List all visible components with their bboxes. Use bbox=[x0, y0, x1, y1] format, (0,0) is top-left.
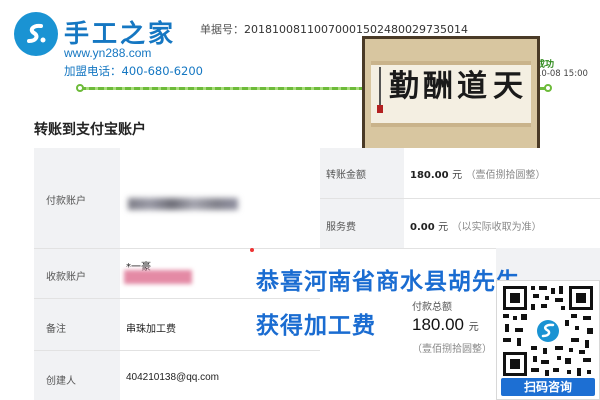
qr-code-icon bbox=[501, 284, 595, 378]
service-fee-number: 0.00 bbox=[410, 222, 435, 233]
progress-time: 10-08 15:00 bbox=[536, 69, 588, 79]
progress-step-end bbox=[544, 84, 552, 92]
calligraphy-photo: 天 道 酬 勤 bbox=[362, 36, 540, 158]
service-fee-value: 0.00 元 （以实际收取为准） bbox=[410, 218, 542, 233]
row-divider bbox=[320, 198, 600, 199]
payee-label: 收款账户 bbox=[46, 272, 86, 283]
creator-value: 404210138@qq.com bbox=[126, 372, 219, 383]
payer-account-redacted bbox=[128, 198, 238, 210]
amount-unit: 元 bbox=[452, 170, 463, 181]
progress-step-start bbox=[76, 84, 84, 92]
calligraphy-seal bbox=[377, 105, 383, 113]
total-value: 180.00 元 bbox=[412, 315, 479, 335]
amount-number: 180.00 bbox=[410, 170, 449, 181]
logo-icon bbox=[14, 12, 58, 56]
calligraphy-char: 勤 bbox=[389, 69, 419, 104]
amount-label: 转账金额 bbox=[326, 170, 366, 181]
total-label: 付款总额 bbox=[412, 302, 452, 313]
page-title: 转账到支付宝账户 bbox=[34, 122, 146, 138]
total-unit: 元 bbox=[468, 322, 479, 333]
service-fee-label: 服务费 bbox=[326, 222, 356, 233]
service-fee-unit: 元 bbox=[438, 222, 449, 233]
calligraphy-char: 天 bbox=[493, 69, 523, 104]
payer-label: 付款账户 bbox=[46, 196, 86, 207]
brand-phone: 加盟电话：400-680-6200 bbox=[62, 63, 205, 79]
congrats-line-1: 恭喜河南省商水县胡先生 bbox=[256, 268, 520, 295]
red-dot bbox=[250, 248, 254, 252]
row-divider bbox=[34, 298, 320, 299]
order-number: 单据号：20181008110070001502480029735014 bbox=[200, 21, 468, 37]
total-words: （壹佰捌拾圆整） bbox=[412, 344, 492, 355]
qr-panel[interactable]: 扫码咨询 bbox=[496, 280, 600, 400]
congrats-line-2: 获得加工费 bbox=[256, 312, 376, 339]
service-fee-note: （以实际收取为准） bbox=[451, 222, 542, 233]
brand-name: 手工之家 bbox=[64, 19, 177, 48]
brand-url: www.yn288.com bbox=[64, 46, 152, 60]
total-number: 180.00 bbox=[412, 315, 464, 334]
creator-label: 创建人 bbox=[46, 376, 76, 387]
remark-label: 备注 bbox=[46, 324, 66, 335]
order-number-label: 单据号： bbox=[200, 23, 244, 36]
order-number-value: 20181008110070001502480029735014 bbox=[244, 23, 468, 36]
row-divider bbox=[34, 248, 496, 249]
row-divider bbox=[34, 350, 320, 351]
calligraphy-char: 酬 bbox=[423, 69, 453, 104]
remark-value: 串珠加工费 bbox=[126, 324, 176, 335]
payee-account-redacted bbox=[124, 270, 192, 284]
amount-words: （壹佰捌拾圆整） bbox=[465, 170, 546, 181]
amount-value: 180.00 元 （壹佰捌拾圆整） bbox=[410, 166, 546, 181]
scan-consult-button[interactable]: 扫码咨询 bbox=[501, 378, 595, 396]
calligraphy-char: 道 bbox=[457, 69, 487, 104]
